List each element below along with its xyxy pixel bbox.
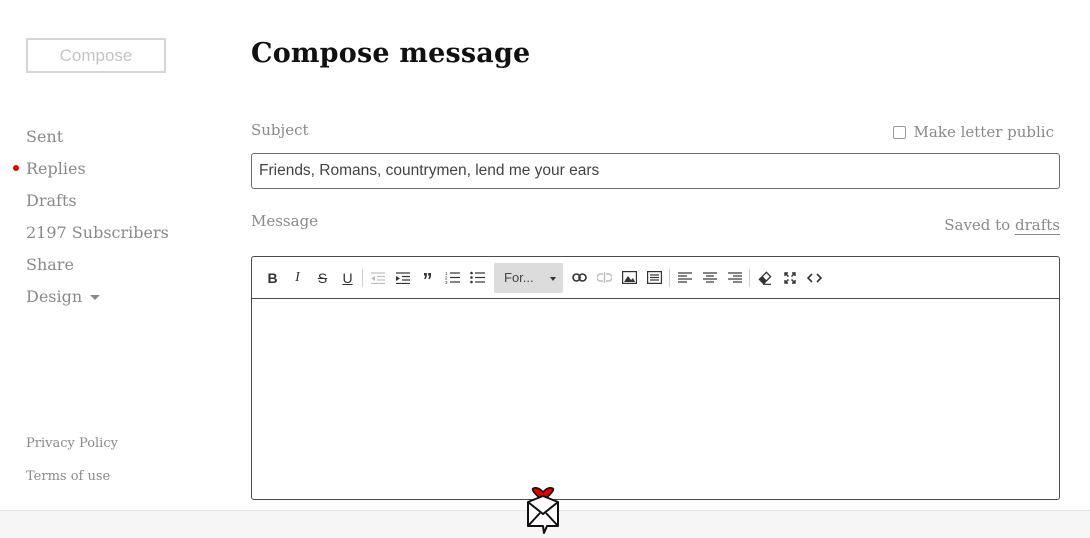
outdent-icon[interactable] xyxy=(365,265,390,290)
subject-label: Subject xyxy=(251,121,309,139)
format-select[interactable]: For... xyxy=(494,262,563,293)
unlink-icon[interactable] xyxy=(592,265,617,290)
envelope-heart-logo-icon xyxy=(525,486,561,536)
ordered-list-icon[interactable]: 123 xyxy=(440,265,465,290)
svg-text:3: 3 xyxy=(445,280,448,284)
align-right-icon[interactable] xyxy=(722,265,747,290)
toolbar-divider xyxy=(749,268,750,287)
subject-input[interactable] xyxy=(251,153,1060,189)
blockquote-icon[interactable]: ” xyxy=(415,265,440,292)
sidebar-item-design[interactable]: Design xyxy=(26,280,169,312)
sidebar-item-drafts[interactable]: Drafts xyxy=(26,184,169,216)
align-left-icon[interactable] xyxy=(672,265,697,290)
bold-button[interactable]: B xyxy=(260,265,285,290)
saved-prefix: Saved to xyxy=(944,216,1011,234)
eraser-icon[interactable] xyxy=(752,265,777,290)
unordered-list-icon[interactable] xyxy=(465,265,490,290)
italic-button[interactable]: I xyxy=(285,265,310,290)
link-icon[interactable] xyxy=(567,265,592,290)
horizontal-rule-icon[interactable] xyxy=(642,265,667,290)
editor-toolbar: B I S U ” 123 For... xyxy=(252,257,1059,299)
sidebar-footer: Privacy Policy Terms of use xyxy=(26,434,118,500)
chevron-down-icon xyxy=(550,276,556,281)
align-center-icon[interactable] xyxy=(697,265,722,290)
code-view-icon[interactable] xyxy=(802,265,827,290)
sidebar-nav: Sent Replies Drafts 2197 Subscribers Sha… xyxy=(13,120,169,312)
caret-down-icon xyxy=(90,294,101,300)
unread-dot-icon xyxy=(13,165,19,171)
toolbar-divider xyxy=(362,268,363,287)
sidebar-item-sent[interactable]: Sent xyxy=(26,120,169,152)
page-title: Compose message xyxy=(251,38,531,69)
strikethrough-button[interactable]: S xyxy=(310,265,335,290)
drafts-link[interactable]: drafts xyxy=(1015,216,1060,235)
image-icon[interactable] xyxy=(617,265,642,290)
sidebar-item-label: Design xyxy=(26,286,83,306)
make-public-toggle[interactable]: Make letter public xyxy=(892,123,1054,141)
compose-button[interactable]: Compose xyxy=(26,38,166,73)
sidebar-item-label: Drafts xyxy=(26,190,77,210)
format-select-value: For... xyxy=(504,270,534,285)
sidebar-item-label: Share xyxy=(26,254,74,274)
underline-button[interactable]: U xyxy=(335,265,360,290)
sidebar-item-subscribers[interactable]: 2197 Subscribers xyxy=(26,216,169,248)
make-public-label: Make letter public xyxy=(913,123,1054,141)
make-public-checkbox[interactable] xyxy=(892,125,906,139)
message-body[interactable] xyxy=(252,299,1059,499)
saved-status: Saved to drafts xyxy=(944,216,1060,235)
terms-of-use-link[interactable]: Terms of use xyxy=(26,467,118,500)
sidebar-item-label: 2197 Subscribers xyxy=(26,222,169,242)
sidebar-item-label: Replies xyxy=(26,158,86,178)
sidebar-item-replies[interactable]: Replies xyxy=(13,152,169,184)
indent-icon[interactable] xyxy=(390,265,415,290)
message-label: Message xyxy=(251,212,319,230)
toolbar-divider xyxy=(669,268,670,287)
sidebar-item-share[interactable]: Share xyxy=(26,248,169,280)
privacy-policy-link[interactable]: Privacy Policy xyxy=(26,434,118,467)
sidebar-item-label: Sent xyxy=(26,126,64,146)
fullscreen-icon[interactable] xyxy=(777,265,802,290)
message-editor: B I S U ” 123 For... xyxy=(251,256,1060,500)
